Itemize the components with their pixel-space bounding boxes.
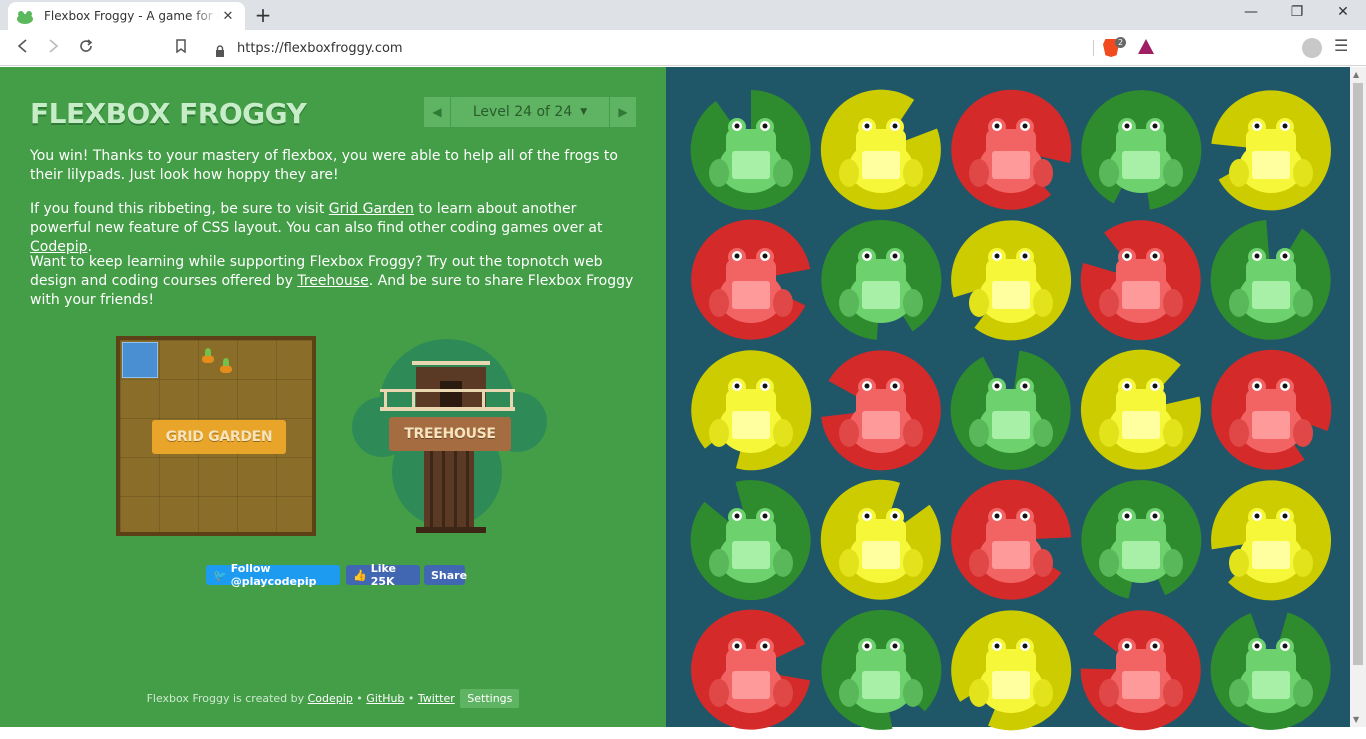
green-lilypad-frog (816, 605, 946, 735)
browser-toolbar: https://flexboxfroggy.com 2 ☰ (0, 30, 1366, 66)
yellow-lilypad-frog (1076, 345, 1206, 475)
bookmark-icon[interactable] (169, 36, 193, 60)
shields-count-badge: 2 (1115, 37, 1127, 48)
pond-board (666, 67, 1350, 731)
facebook-like-label: Like 25K (370, 562, 396, 588)
thumbs-up-icon: 👍 (353, 568, 367, 582)
restore-button[interactable]: ❐ (1287, 4, 1307, 20)
yellow-lilypad-frog (686, 345, 816, 475)
red-lilypad-frog (946, 475, 1076, 605)
level-indicator[interactable]: Level 24 of 24 ▼ (451, 97, 609, 127)
green-lilypad-frog (1206, 605, 1336, 735)
water-tile-icon (122, 342, 158, 378)
level-label: Level 24 of 24 (472, 104, 573, 120)
green-lilypad-frog (816, 215, 946, 345)
grid-garden-promo[interactable]: GRID GARDEN (116, 336, 316, 536)
yellow-lilypad-frog (1206, 475, 1336, 605)
profile-avatar-icon[interactable] (1302, 38, 1322, 58)
next-level-button[interactable]: ▶ (610, 97, 636, 127)
carrot-icon (220, 358, 232, 373)
footer-twitter-link[interactable]: Twitter (418, 692, 455, 705)
green-lilypad-frog (1076, 475, 1206, 605)
red-lilypad-frog (1076, 605, 1206, 735)
yellow-lilypad-frog (946, 605, 1076, 735)
browser-tab[interactable]: Flexbox Froggy - A game for learning CSS… (8, 2, 245, 30)
new-tab-button[interactable]: + (252, 3, 274, 27)
omnibox-divider (1093, 40, 1094, 56)
footer-credit: Flexbox Froggy is created by (146, 692, 308, 705)
lock-icon (215, 42, 225, 57)
grid-garden-paragraph: If you found this ribbeting, be sure to … (30, 200, 640, 257)
instructions-panel: FLEXBOX FROGGY ◀ Level 24 of 24 ▼ ▶ You … (0, 67, 666, 727)
twitter-bird-icon: 🐦 (213, 568, 227, 582)
forward-icon[interactable] (42, 36, 66, 60)
green-lilypad-frog (686, 475, 816, 605)
reload-icon[interactable] (74, 36, 98, 60)
green-lilypad-frog (686, 85, 816, 215)
level-dropdown-caret-icon: ▼ (580, 107, 588, 117)
address-bar[interactable]: https://flexboxfroggy.com 2 (203, 34, 1163, 62)
green-lilypad-frog (946, 345, 1076, 475)
back-icon[interactable] (10, 36, 34, 60)
page-content: FLEXBOX FROGGY ◀ Level 24 of 24 ▼ ▶ You … (0, 67, 1366, 731)
carrot-icon (202, 348, 214, 363)
frog-favicon-icon (16, 9, 34, 24)
menu-icon[interactable]: ☰ (1334, 36, 1348, 55)
red-lilypad-frog (686, 605, 816, 735)
level-selector: ◀ Level 24 of 24 ▼ ▶ (424, 97, 636, 127)
red-lilypad-frog (1206, 345, 1336, 475)
grid-garden-badge: GRID GARDEN (152, 420, 286, 454)
scroll-up-arrow-icon[interactable]: ▲ (1353, 70, 1359, 79)
treehouse-link[interactable]: Treehouse (297, 273, 368, 289)
green-lilypad-frog (1206, 215, 1336, 345)
minimize-button[interactable]: — (1241, 4, 1261, 20)
tab-title: Flexbox Froggy - A game for learning CSS… (44, 9, 219, 23)
facebook-like-button[interactable]: 👍 Like 25K (346, 562, 420, 588)
browser-tab-strip: Flexbox Froggy - A game for learning CSS… (0, 0, 1366, 30)
red-lilypad-frog (816, 345, 946, 475)
red-lilypad-frog (1076, 215, 1206, 345)
facebook-share-button[interactable]: Share (424, 565, 467, 585)
page-scrollbar[interactable]: ▲ ▼ (1350, 67, 1366, 727)
win-message: You win! Thanks to your mastery of flexb… (30, 148, 618, 183)
footer-separator: • (352, 692, 367, 705)
grid-garden-link[interactable]: Grid Garden (329, 201, 414, 217)
yellow-lilypad-frog (816, 85, 946, 215)
settings-button[interactable]: Settings (460, 689, 520, 708)
p2-text-a: If you found this ribbeting, be sure to … (30, 201, 329, 217)
green-lilypad-frog (1076, 85, 1206, 215)
yellow-lilypad-frog (816, 475, 946, 605)
treehouse-paragraph: Want to keep learning while supporting F… (30, 253, 640, 310)
url-text: https://flexboxfroggy.com (237, 40, 403, 56)
close-window-button[interactable]: ✕ (1333, 4, 1353, 20)
footer: Flexbox Froggy is created by Codepip • G… (0, 689, 666, 708)
scroll-down-arrow-icon[interactable]: ▼ (1353, 715, 1359, 724)
red-lilypad-frog (946, 85, 1076, 215)
red-lilypad-frog (686, 215, 816, 345)
yellow-lilypad-frog (946, 215, 1076, 345)
prev-level-button[interactable]: ◀ (424, 97, 450, 127)
twitter-follow-label: Follow @playcodepip (230, 562, 317, 588)
scrollbar-thumb[interactable] (1353, 83, 1363, 665)
tab-close-icon[interactable]: ✕ (219, 9, 237, 24)
game-title: FLEXBOX FROGGY (30, 97, 307, 130)
treehouse-badge: TREEHOUSE (389, 417, 511, 451)
yellow-lilypad-frog (1206, 85, 1336, 215)
footer-separator: • (404, 692, 418, 705)
twitter-follow-button[interactable]: 🐦 Follow @playcodepip (206, 562, 340, 588)
treehouse-promo[interactable]: TREEHOUSE (352, 337, 547, 537)
footer-codepip-link[interactable]: Codepip (308, 692, 353, 705)
footer-github-link[interactable]: GitHub (366, 692, 404, 705)
brave-rewards-icon[interactable] (1138, 39, 1154, 54)
